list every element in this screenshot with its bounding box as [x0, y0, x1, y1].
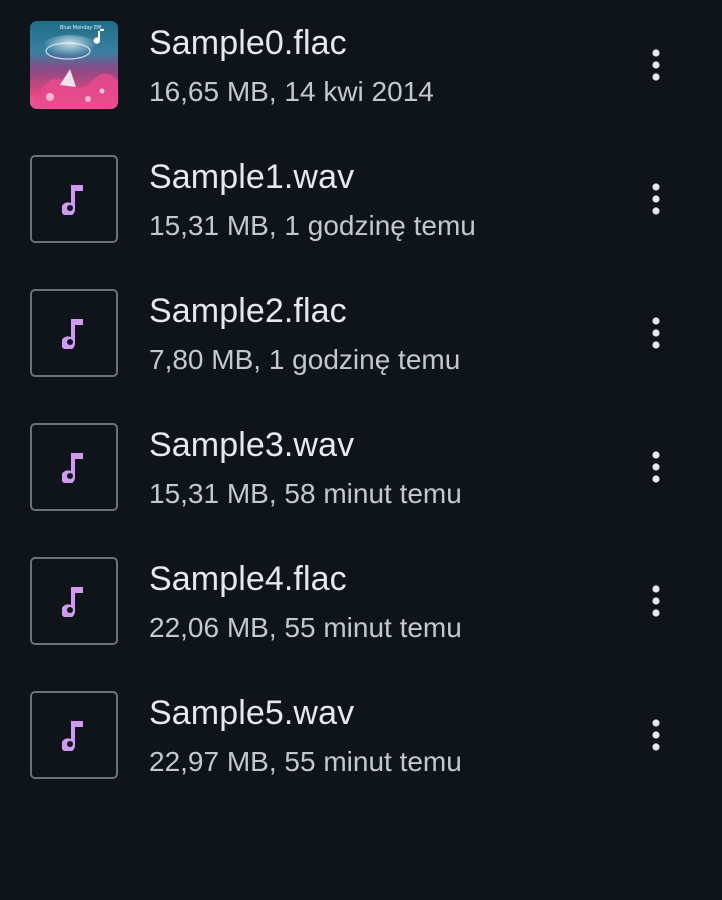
file-name: Sample3.wav [149, 426, 355, 464]
more-vert-icon [652, 719, 660, 751]
audio-file-thumbnail [30, 557, 118, 645]
audio-file-thumbnail [30, 289, 118, 377]
audio-file-thumbnail [30, 423, 118, 511]
file-name: Sample0.flac [149, 24, 347, 62]
file-row-sample5[interactable]: Sample5.wav 22,97 MB, 55 minut temu [0, 670, 722, 804]
music-note-icon [62, 453, 83, 483]
more-vert-icon [652, 49, 660, 81]
more-vert-icon [652, 585, 660, 617]
audio-file-thumbnail [30, 691, 118, 779]
music-note-icon [62, 721, 83, 751]
file-name: Sample1.wav [149, 158, 355, 196]
file-details: 22,97 MB, 55 minut temu [149, 746, 462, 777]
more-options-button[interactable] [636, 577, 676, 625]
file-row-sample2[interactable]: Sample2.flac 7,80 MB, 1 godzinę temu [0, 268, 722, 402]
audio-file-thumbnail [30, 155, 118, 243]
more-vert-icon [652, 183, 660, 215]
album-art-image: Blue Monday EM [30, 21, 118, 109]
file-row-sample3[interactable]: Sample3.wav 15,31 MB, 58 minut temu [0, 402, 722, 536]
file-details: 16,65 MB, 14 kwi 2014 [149, 76, 434, 107]
music-note-icon [62, 185, 83, 215]
album-art-thumbnail: Blue Monday EM [30, 21, 118, 109]
more-options-button[interactable] [636, 309, 676, 357]
music-note-icon [62, 319, 83, 349]
file-details: 15,31 MB, 1 godzinę temu [149, 210, 476, 241]
more-options-button[interactable] [636, 711, 676, 759]
file-name: Sample4.flac [149, 560, 347, 598]
more-options-button[interactable] [636, 175, 676, 223]
more-vert-icon [652, 451, 660, 483]
file-row-sample1[interactable]: Sample1.wav 15,31 MB, 1 godzinę temu [0, 134, 722, 268]
file-details: 15,31 MB, 58 minut temu [149, 478, 462, 509]
file-name: Sample2.flac [149, 292, 347, 330]
file-details: 22,06 MB, 55 minut temu [149, 612, 462, 643]
file-details: 7,80 MB, 1 godzinę temu [149, 344, 461, 375]
more-options-button[interactable] [636, 41, 676, 89]
file-name: Sample5.wav [149, 694, 355, 732]
file-row-sample4[interactable]: Sample4.flac 22,06 MB, 55 minut temu [0, 536, 722, 670]
music-note-icon [62, 587, 83, 617]
svg-text:Blue Monday EM: Blue Monday EM [60, 25, 101, 31]
more-vert-icon [652, 317, 660, 349]
more-options-button[interactable] [636, 443, 676, 491]
file-row-sample0[interactable]: Blue Monday EM Sample0.flac 16,65 MB, 14… [0, 0, 722, 134]
